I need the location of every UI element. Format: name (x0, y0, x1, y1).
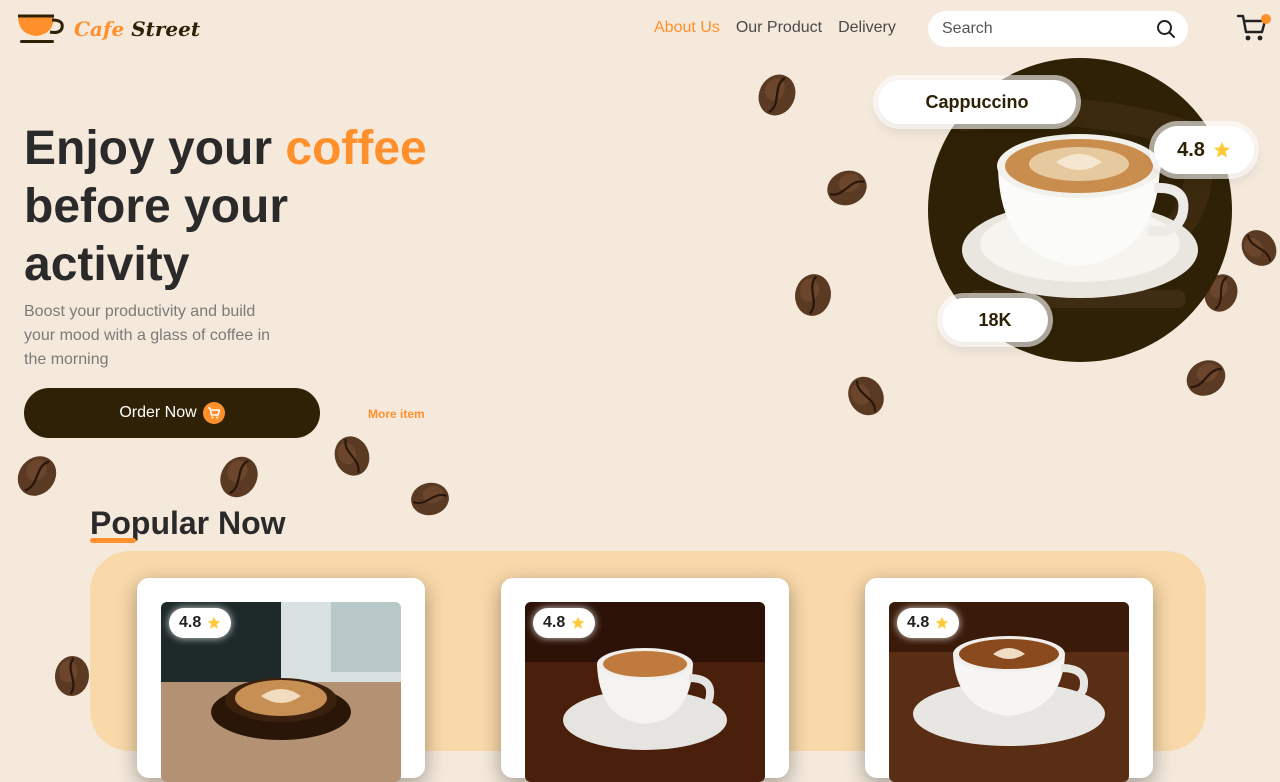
product-card[interactable]: 4.8 (137, 578, 425, 782)
product-card[interactable]: 4.8 (865, 578, 1153, 782)
product-rating: 4.8 (179, 614, 202, 631)
coffee-bean-icon (826, 168, 868, 208)
brand-name-part1: Cafe (74, 17, 125, 41)
coffee-bean-icon (408, 480, 452, 518)
coffee-bean-icon (1240, 226, 1278, 270)
hero-subtitle: Boost your productivity and build your m… (24, 303, 271, 368)
featured-name-badge: Cappuccino (878, 80, 1076, 124)
featured-count-badge: 18K (942, 298, 1048, 342)
coffee-bean-icon (218, 456, 260, 498)
cart-badge-dot (1261, 14, 1271, 24)
product-image: 4.8 (889, 602, 1129, 782)
section-title-underline (90, 538, 136, 543)
brand-name: Cafe Street (74, 17, 200, 41)
search-input[interactable] (940, 19, 1156, 39)
hero-title-part1: Enjoy your (24, 122, 286, 175)
product-card[interactable]: 4.8 (501, 578, 789, 782)
cup-logo-icon (18, 14, 64, 43)
cart-small-icon (202, 402, 225, 424)
order-now-label: Order Now (119, 404, 197, 421)
brand-logo[interactable]: Cafe Street (16, 12, 200, 46)
star-icon (935, 616, 949, 629)
coffee-bean-icon (846, 374, 886, 418)
product-rating-badge: 4.8 (169, 608, 232, 638)
hero-title-part2: before your (24, 180, 289, 233)
main-nav: About Us Our Product Delivery (654, 19, 896, 37)
search-icon[interactable] (1156, 19, 1176, 39)
cart-button[interactable] (1236, 12, 1271, 49)
product-image: 4.8 (525, 602, 765, 782)
nav-delivery[interactable]: Delivery (838, 19, 896, 37)
coffee-bean-icon (330, 436, 374, 476)
popular-section-title: Popular Now (90, 505, 286, 541)
featured-count: 18K (978, 309, 1012, 330)
product-rating-badge: 4.8 (533, 608, 596, 638)
coffee-bean-icon (756, 74, 798, 116)
featured-rating: 4.8 (1177, 138, 1205, 161)
featured-rating-badge: 4.8 (1154, 126, 1254, 174)
coffee-bean-icon (792, 269, 834, 321)
star-icon (1213, 141, 1231, 158)
coffee-bean-icon (16, 454, 58, 498)
product-image: 4.8 (161, 602, 401, 782)
product-rating: 4.8 (907, 614, 930, 631)
coffee-bean-icon (52, 653, 92, 699)
product-rating: 4.8 (543, 614, 566, 631)
hero-title: Enjoy your coffee before your activity (24, 120, 464, 294)
star-icon (207, 616, 221, 629)
product-rating-badge: 4.8 (897, 608, 960, 638)
hero-title-accent: coffee (285, 122, 427, 175)
more-item-link[interactable]: More item (368, 407, 425, 421)
hero-title-part3: activity (24, 238, 190, 291)
featured-name: Cappuccino (925, 91, 1029, 112)
search-bar (928, 11, 1188, 47)
brand-name-part2: Street (131, 17, 201, 41)
nav-about-us[interactable]: About Us (654, 19, 720, 37)
nav-our-product[interactable]: Our Product (736, 19, 822, 37)
order-now-button[interactable]: Order Now (24, 388, 320, 438)
star-icon (571, 616, 585, 629)
coffee-bean-icon (1184, 358, 1228, 398)
